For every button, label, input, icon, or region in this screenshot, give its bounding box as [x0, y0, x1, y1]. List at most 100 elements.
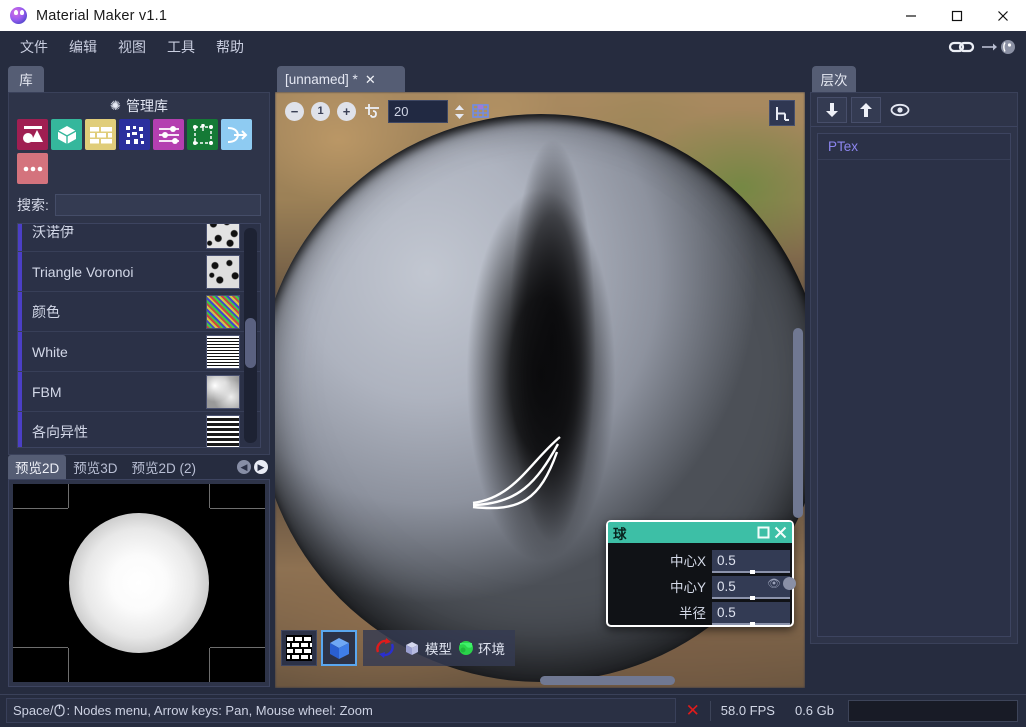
more-icon[interactable]	[17, 153, 48, 184]
app-logo-icon	[10, 7, 27, 24]
close-icon[interactable]	[774, 526, 787, 539]
grid-snap-icon[interactable]	[471, 102, 490, 121]
white-noise-thumb	[206, 334, 240, 369]
arrow-up-icon[interactable]	[851, 96, 881, 123]
list-item[interactable]: Triangle Voronoi	[18, 252, 260, 292]
list-item[interactable]: 沃诺伊	[18, 223, 260, 252]
graph-tab-label: [unnamed] *	[285, 71, 358, 87]
graph-toolbar: − 1 +	[285, 100, 490, 123]
link-icon[interactable]	[948, 39, 978, 55]
align-nodes-icon[interactable]	[769, 100, 795, 126]
chevron-right-icon[interactable]: ▶	[254, 460, 268, 474]
radius-value[interactable]: 0.5	[712, 601, 790, 626]
list-item[interactable]: PTex	[818, 134, 1010, 160]
zoom-out-icon[interactable]: −	[285, 102, 304, 121]
sphere-node-title: 球	[613, 526, 627, 542]
tab-layers[interactable]: 层次	[812, 66, 856, 92]
output-port[interactable]	[783, 577, 796, 590]
maximize-icon[interactable]	[934, 0, 980, 31]
graph-nodes-icon[interactable]	[187, 119, 218, 150]
merge-icon[interactable]	[221, 119, 252, 150]
menu-item-help[interactable]: 帮助	[208, 37, 252, 57]
error-x-icon[interactable]: ✕	[676, 701, 710, 721]
maximize-icon[interactable]	[757, 526, 770, 539]
list-item[interactable]: FBM	[18, 372, 260, 412]
sphere-node-header[interactable]: 球	[608, 522, 792, 543]
tab-preview-3d[interactable]: 预览3D	[66, 455, 124, 479]
window-title: Material Maker v1.1	[36, 7, 168, 24]
library-list[interactable]: 沃诺伊 Triangle Voronoi 颜色 White FBM 各向异性	[17, 223, 261, 448]
brick-texture-icon[interactable]	[281, 630, 317, 666]
chevron-left-icon[interactable]: ◀	[237, 460, 251, 474]
list-item[interactable]: 各向异性	[18, 412, 260, 447]
sphere-param-row: 中心Y 0.5	[608, 573, 792, 600]
sphere-node-body: 中心X 0.5 中心Y 0.5 半径 0.5 👁	[608, 543, 796, 626]
preview-tab-nav: ◀ ▶	[237, 455, 270, 479]
eye-icon[interactable]: 👁	[767, 577, 781, 590]
menu-right-icons	[948, 31, 1016, 62]
anisotropic-thumb	[206, 414, 240, 447]
viewport-3d-toolbar: 模型 环境	[281, 630, 515, 666]
menu-item-edit[interactable]: 编辑	[61, 37, 105, 57]
node-graph-canvas[interactable]: − 1 + 20 模型 环境 球 中心X 0.5 中心Y 0.5 半径 0.5 …	[275, 92, 805, 688]
menu-item-view[interactable]: 视图	[110, 37, 154, 57]
center-x-value[interactable]: 0.5	[712, 549, 790, 574]
spinner-updown-icon[interactable]	[455, 104, 464, 119]
search-label: 搜索:	[17, 197, 49, 213]
search-input[interactable]	[54, 194, 261, 216]
noise-icon[interactable]	[119, 119, 150, 150]
mouse-icon	[54, 704, 66, 717]
graph-horizontal-scrollbar[interactable]	[540, 676, 675, 685]
library-panel: ✺ 管理库 搜索: 沃诺伊 Triangle Voronoi 颜色 White …	[8, 92, 270, 455]
layers-toolbar	[811, 93, 1017, 127]
arrow-down-icon[interactable]	[817, 96, 847, 123]
scrollbar-thumb[interactable]	[245, 318, 256, 368]
menu-item-tools[interactable]: 工具	[159, 37, 203, 57]
minimize-icon[interactable]	[888, 0, 934, 31]
memory-usage: 0.6 Gb	[794, 703, 834, 718]
environment-selector[interactable]: 环境	[458, 638, 505, 658]
shapes-icon[interactable]	[17, 119, 48, 150]
menu-item-file[interactable]: 文件	[12, 37, 56, 57]
viewport-mode-group: 模型 环境	[363, 630, 515, 666]
menu-bar: 文件 编辑 视图 工具 帮助	[0, 31, 1026, 62]
node-sphere[interactable]: 球 中心X 0.5 中心Y 0.5 半径 0.5 👁	[606, 520, 796, 627]
search-row: 搜索:	[17, 194, 261, 216]
library-list-scrollbar[interactable]	[244, 228, 257, 443]
layers-list[interactable]: PTex	[817, 133, 1011, 637]
sphere-param-label: 半径	[679, 606, 706, 621]
graph-vertical-scrollbar[interactable]	[793, 328, 803, 518]
list-item-label: 沃诺伊	[32, 223, 74, 240]
color-noise-thumb	[206, 294, 240, 329]
list-item[interactable]: White	[18, 332, 260, 372]
manage-library-header[interactable]: ✺ 管理库	[9, 93, 269, 119]
bricks-icon[interactable]	[85, 119, 116, 150]
preview-2d-canvas[interactable]	[13, 484, 265, 682]
zoom-in-icon[interactable]: +	[337, 102, 356, 121]
close-icon[interactable]	[980, 0, 1026, 31]
tab-graph-unnamed[interactable]: [unnamed] * ✕	[277, 66, 405, 92]
cube-model-icon[interactable]	[321, 630, 357, 666]
fit-to-view-icon[interactable]	[363, 103, 381, 121]
rotate-icon[interactable]	[373, 636, 397, 660]
preview-tabs: 预览2D 预览3D 预览2D (2) ◀ ▶	[8, 455, 270, 479]
environment-icon	[459, 641, 473, 655]
zoom-input[interactable]	[388, 100, 448, 123]
window-controls	[888, 0, 1026, 31]
tab-preview-2d-2[interactable]: 预览2D (2)	[125, 455, 204, 479]
tab-preview-2d[interactable]: 预览2D	[8, 455, 67, 479]
list-item-label: FBM	[32, 383, 62, 400]
list-item-label: 各向异性	[32, 423, 88, 440]
value-text: 0.5	[717, 604, 736, 620]
globe-icon[interactable]	[1000, 39, 1016, 55]
model-selector[interactable]: 模型	[403, 638, 452, 658]
tab-library[interactable]: 库	[8, 66, 44, 92]
3d-cube-icon[interactable]	[51, 119, 82, 150]
zoom-reset-icon[interactable]: 1	[311, 102, 330, 121]
model-icon	[406, 642, 418, 655]
close-icon[interactable]: ✕	[365, 73, 376, 86]
eye-icon[interactable]	[885, 97, 915, 123]
application-window: Material Maker v1.1 文件 编辑 视图 工具 帮助 库 ✺ 管…	[0, 0, 1026, 727]
sliders-icon[interactable]	[153, 119, 184, 150]
list-item[interactable]: 颜色	[18, 292, 260, 332]
